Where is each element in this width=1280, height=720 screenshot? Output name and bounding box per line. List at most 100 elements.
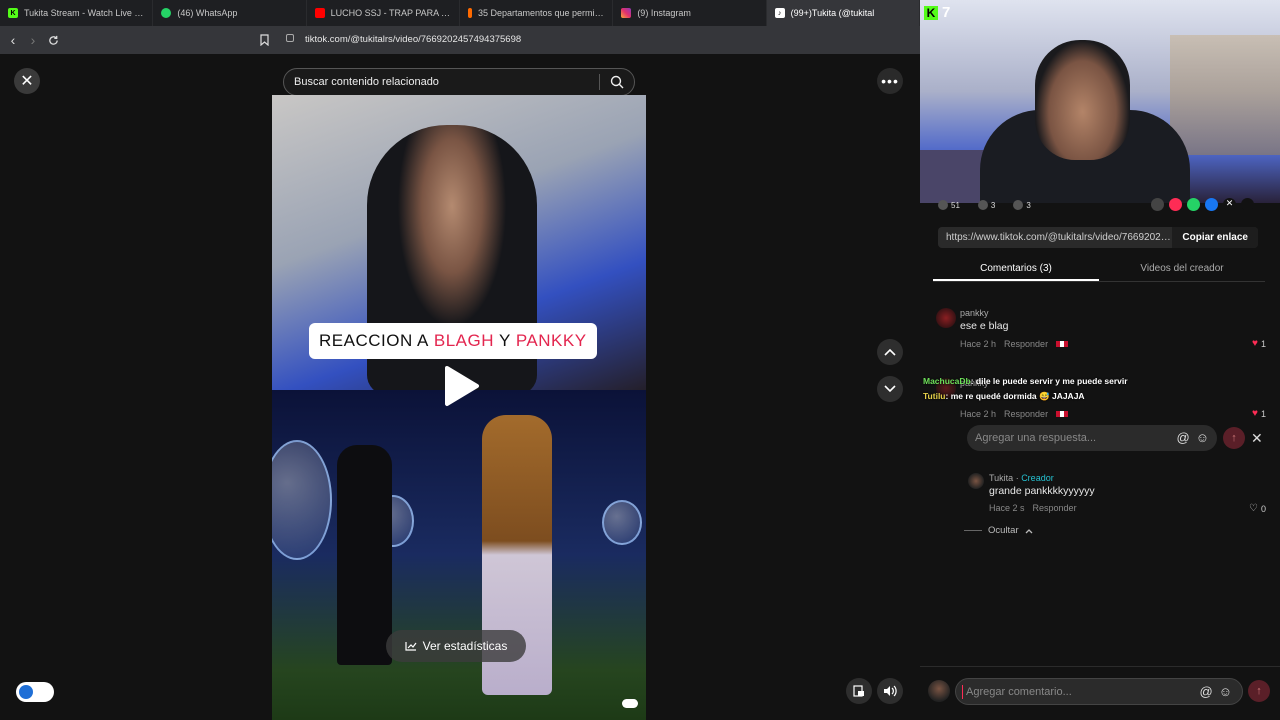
post-comment-button[interactable]: ↑ <box>1248 680 1270 702</box>
volume-icon <box>884 685 897 697</box>
reply-input[interactable]: Agregar una respuesta... @ ☺ <box>967 425 1217 451</box>
chat-username: Tutilu <box>923 391 946 401</box>
view-stats-button[interactable]: Ver estadísticas <box>386 630 526 662</box>
extension-toggle[interactable] <box>16 682 54 702</box>
play-icon[interactable] <box>443 365 481 412</box>
next-video-button[interactable] <box>877 376 903 402</box>
flag-icon <box>1056 411 1069 417</box>
avatar[interactable] <box>936 308 956 328</box>
mention-icon[interactable]: @ <box>1200 684 1213 699</box>
save-action[interactable]: 3 <box>1013 200 1031 210</box>
reply-button[interactable]: Responder <box>1004 339 1048 349</box>
back-icon[interactable]: ‹ <box>3 30 23 50</box>
forward-icon[interactable]: › <box>23 30 43 50</box>
heart-icon <box>938 200 948 210</box>
tab-title: 35 Departamentos que permite mas <box>477 8 604 18</box>
comment-action[interactable]: 3 <box>977 200 995 210</box>
divider <box>964 530 982 531</box>
close-icon: ✕ <box>1251 430 1263 446</box>
mini-player-button[interactable] <box>846 678 872 704</box>
pin-icon <box>467 8 472 18</box>
more-options-button[interactable]: ••• <box>877 68 903 94</box>
video-frame[interactable]: REACCION A BLAGH Y PANKKY Ver estadístic… <box>272 95 646 720</box>
browser-tab-tiktok[interactable]: ♪ (99+)Tukita (@tukital <box>766 0 920 26</box>
chevron-down-icon <box>884 385 896 393</box>
comment-placeholder: Agregar comentario... <box>966 685 1072 698</box>
reply-like-count: 0 <box>1260 503 1266 514</box>
site-info-icon[interactable] <box>286 34 294 42</box>
tab-title: LUCHO SSJ - TRAP PARA TRAPEROS <box>330 8 451 18</box>
webcam-shelf <box>1170 35 1280 155</box>
whatsapp-share-icon[interactable] <box>1187 198 1200 211</box>
comment-time: Hace 2 h <box>960 339 997 349</box>
cancel-reply-button[interactable]: ✕ <box>1251 430 1263 447</box>
address-bar: ‹ › tiktok.com/@tukitalrs/video/76692024… <box>0 26 920 54</box>
chat-text: : dile le puede servir y me puede servir <box>970 376 1128 386</box>
emoji-icon[interactable]: ☺ <box>1196 430 1209 445</box>
search-icon[interactable] <box>610 75 624 92</box>
share-link-text[interactable]: https://www.tiktok.com/@tukitalrs/video/… <box>938 232 1172 243</box>
volume-button[interactable] <box>877 678 903 704</box>
comment-input[interactable]: Agregar comentario... @ ☺ <box>955 678 1243 705</box>
emoji-icon[interactable]: ☺ <box>1219 684 1232 699</box>
reply-button[interactable]: Responder <box>1033 503 1077 513</box>
webcam-overlay <box>920 0 1280 203</box>
mention-icon[interactable]: @ <box>1177 430 1190 445</box>
facebook-share-icon[interactable] <box>1205 198 1218 211</box>
like-action[interactable]: 51 <box>938 200 960 210</box>
creator-badge: Creador <box>1021 473 1054 483</box>
embed-icon[interactable] <box>1151 198 1164 211</box>
chevron-up-icon <box>884 348 896 356</box>
autoscroll-toggle[interactable] <box>622 699 638 708</box>
arrow-up-icon: ↑ <box>1231 432 1237 444</box>
share-buttons: ✕ <box>1151 198 1254 211</box>
caption-text: BLAGH <box>433 331 494 350</box>
viewer-count: 7 <box>942 4 951 21</box>
previous-video-button[interactable] <box>877 339 903 365</box>
reply-item: Tukita · Creador grande pankkkkyyyyyy Ha… <box>968 473 1266 518</box>
comment-like-button[interactable]: ♥ 1 <box>1252 338 1266 349</box>
related-search-input[interactable]: Buscar contenido relacionado <box>283 68 635 96</box>
bookmark-icon[interactable] <box>260 33 269 51</box>
comment-meta: Hace 2 h Responder <box>960 409 1069 419</box>
x-share-icon[interactable]: ✕ <box>1223 198 1236 211</box>
browser-tab-whatsapp[interactable]: (46) WhatsApp <box>153 0 307 26</box>
more-icon: ••• <box>881 73 899 89</box>
video-caption: REACCION A BLAGH Y PANKKY <box>309 323 597 359</box>
hide-replies-button[interactable]: Ocultar <box>964 525 1033 536</box>
caption-text: PANKKY <box>515 331 587 350</box>
share-icon[interactable] <box>1241 198 1254 211</box>
chat-username: MachucaDb <box>923 376 971 386</box>
reply-username[interactable]: Tukita <box>989 473 1013 483</box>
heart-outline-icon: ♡ <box>1249 503 1258 514</box>
tab-comments[interactable]: Comentarios (3) <box>933 258 1099 281</box>
close-button[interactable]: ✕ <box>14 68 40 94</box>
browser-tab-youtube[interactable]: LUCHO SSJ - TRAP PARA TRAPEROS <box>307 0 460 26</box>
reload-icon[interactable] <box>43 30 63 50</box>
toggle-knob <box>19 685 33 699</box>
comment-username[interactable]: pankky <box>960 308 989 318</box>
save-count: 3 <box>1026 200 1031 210</box>
tab-creator-videos[interactable]: Videos del creador <box>1099 258 1265 281</box>
send-reply-button[interactable]: ↑ <box>1223 427 1245 449</box>
kick-icon: K <box>924 5 938 20</box>
comment-input-icons: @ ☺ <box>1200 684 1232 699</box>
whatsapp-icon <box>161 8 172 18</box>
copy-link-button[interactable]: Copiar enlace <box>1172 227 1258 248</box>
reply-like-button[interactable]: ♡ 0 <box>1249 503 1266 514</box>
url-text[interactable]: tiktok.com/@tukitalrs/video/766920245749… <box>305 34 521 45</box>
chevron-up-icon <box>1025 528 1033 533</box>
hide-label: Ocultar <box>988 525 1019 536</box>
chat-message: Tutilu: me re quedé dormida 😅 JAJAJA <box>923 389 1128 404</box>
caption-text: REACCION A <box>319 331 429 350</box>
repost-icon[interactable] <box>1169 198 1182 211</box>
avatar[interactable] <box>928 680 950 702</box>
browser-tab-departamentos[interactable]: 35 Departamentos que permite mas <box>460 0 614 26</box>
reply-button[interactable]: Responder <box>1004 409 1048 419</box>
comment-like-button[interactable]: ♥ 1 <box>1252 408 1266 419</box>
divider <box>599 74 600 90</box>
video-actions-row: 51 3 3 ✕ <box>938 197 1268 213</box>
browser-tab-instagram[interactable]: (9) Instagram <box>613 0 767 26</box>
avatar[interactable] <box>968 473 984 489</box>
browser-tab-kick[interactable]: K Tukita Stream - Watch Live on Ki <box>0 0 154 26</box>
